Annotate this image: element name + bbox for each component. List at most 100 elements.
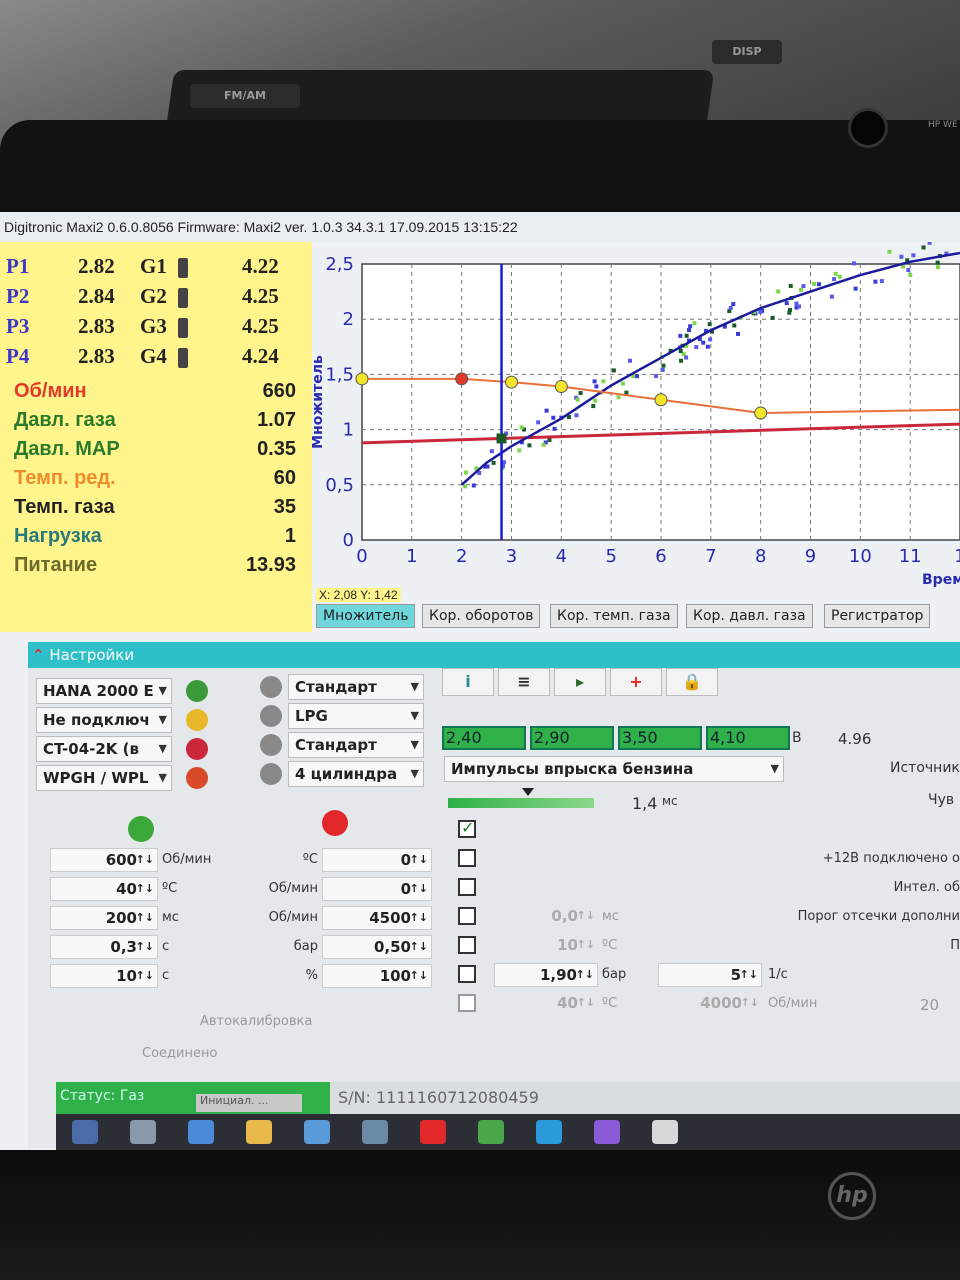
scatter-point [620,381,625,386]
scatter-point [701,340,706,345]
scatter-point [708,337,713,342]
fuel-type-dropdown[interactable]: LPG ▼ [288,703,424,729]
chrome-icon[interactable] [478,1120,504,1144]
mail-icon[interactable] [362,1120,388,1144]
add-button[interactable]: + [610,668,662,696]
list-button[interactable]: ≡ [498,668,550,696]
option-checkbox[interactable] [458,849,476,867]
scatter-point [799,287,804,292]
status-text: Статус: Газ [60,1088,145,1104]
option-checkbox[interactable] [458,878,476,896]
mid-spinner[interactable]: 0 ↑↓ [322,848,432,872]
mid-spinner[interactable]: 4500 ↑↓ [322,906,432,930]
chart-tab[interactable]: Множитель [316,604,416,628]
chart-tab[interactable]: Регистратор [824,604,931,628]
spinner-arrows-icon[interactable]: ↑↓ [136,907,154,929]
spinner-arrows-icon[interactable]: ↑↓ [410,849,428,871]
yandex-icon[interactable] [420,1120,446,1144]
spinner-arrows-icon[interactable]: ↑↓ [577,905,595,927]
scatter-point [485,464,490,469]
scatter-point [687,327,692,332]
option-spinner[interactable]: 40 ↑↓ [494,992,598,1016]
explorer-icon[interactable] [246,1120,272,1144]
left-spinner[interactable]: 10 ↑↓ [50,964,158,988]
app-icon[interactable] [188,1120,214,1144]
option-checkbox[interactable] [458,907,476,925]
slider-handle[interactable] [522,788,534,796]
param-label: Давл. MAP [14,438,120,460]
map-button[interactable]: ▸ [554,668,606,696]
spinner-arrows-icon[interactable]: ↑↓ [576,964,594,986]
chart-svg[interactable]: 01234567891011100,511,522,5МножительВрем… [312,242,960,594]
init-button[interactable]: Инициал. ... [196,1094,302,1112]
multiplier-chart[interactable]: 01234567891011100,511,522,5МножительВрем… [312,242,960,594]
info-button[interactable]: i [442,668,494,696]
param-row: Питание 13.93 [14,554,304,582]
spinner-arrows-icon[interactable]: ↑↓ [740,964,758,986]
lambda-dropdown[interactable]: Не подключ ▼ [36,707,172,733]
autocalibration-button[interactable]: Автокалибровка [200,1014,312,1029]
left-spinner[interactable]: 0,3 ↑↓ [50,935,158,959]
chart-tab[interactable]: Кор. темп. газа [550,604,678,628]
option-checkbox[interactable] [458,936,476,954]
temp-sensor-dropdown[interactable]: CT-04-2K (в ▼ [36,736,172,762]
spinner-arrows-icon[interactable]: ↑↓ [136,849,154,871]
x-axis-label: Время [922,572,960,588]
cylinders-dropdown[interactable]: 4 цилиндра ▼ [288,761,424,787]
spinner-arrows-icon[interactable]: ↑↓ [136,878,154,900]
mid-spinner[interactable]: 0 ↑↓ [322,877,432,901]
sensitivity-slider[interactable] [448,798,594,808]
spinner-arrows-icon[interactable]: ↑↓ [741,992,759,1014]
telegram-icon[interactable] [536,1120,562,1144]
lock-button[interactable]: 🔒 [666,668,718,696]
ecu-type-dropdown[interactable]: HANA 2000 E ▼ [36,678,172,704]
spinner-arrows-icon[interactable]: ↑↓ [410,965,428,987]
spinner-arrows-icon[interactable]: ↑↓ [410,936,428,958]
mid-spinner[interactable]: 100 ↑↓ [322,964,432,988]
option-spinner[interactable]: 10 ↑↓ [494,934,598,958]
dropdown-value: Импульсы впрыска бензина [451,760,694,778]
reducer-dropdown[interactable]: WPGH / WPL ▼ [36,765,172,791]
disp-button: DISP [712,40,782,64]
spinner-arrows-icon[interactable]: ↑↓ [136,965,154,987]
injector-mode-dropdown[interactable]: Стандарт ▼ [288,674,424,700]
maxi2-icon[interactable] [652,1120,678,1144]
scatter-point [593,398,598,403]
gas-icon [128,816,154,842]
spinner-arrows-icon[interactable]: ↑↓ [136,936,154,958]
option-checkbox[interactable] [458,965,476,983]
settings-header[interactable]: ⌃ Настройки [28,642,960,668]
voltage-cell[interactable]: 2,90 [530,726,614,750]
curve-node [355,372,369,386]
search-icon[interactable] [130,1120,156,1144]
option-spinner-2[interactable]: 5 ↑↓ [658,963,762,987]
option-spinner[interactable]: 1,90 ↑↓ [494,963,598,987]
spinner-arrows-icon[interactable]: ↑↓ [577,992,595,1014]
x-tick-label: 7 [705,546,716,567]
spinner-arrows-icon[interactable]: ↑↓ [577,934,595,956]
voltage-cell[interactable]: 4,10 [706,726,790,750]
map-mode-dropdown[interactable]: Стандарт ▼ [288,732,424,758]
spinner-arrows-icon[interactable]: ↑↓ [410,878,428,900]
voltage-cell[interactable]: 2,40 [442,726,526,750]
viber-icon[interactable] [594,1120,620,1144]
chart-tab[interactable]: Кор. оборотов [422,604,541,628]
option-spinner-3[interactable]: 20 [920,996,939,1014]
left-spinner[interactable]: 40 ↑↓ [50,877,158,901]
option-checkbox[interactable]: ✓ [458,818,476,838]
left-spinner[interactable]: 600 ↑↓ [50,848,158,872]
option-spinner-2[interactable]: 4000 ↑↓ [658,992,762,1016]
windows-start-icon[interactable] [72,1120,98,1144]
option-checkbox[interactable] [458,994,476,1012]
chart-tab[interactable]: Кор. давл. газа [686,604,813,628]
signal-source-dropdown[interactable]: Импульсы впрыска бензина ▼ [444,756,784,782]
collapse-icon[interactable]: ⌃ [32,646,45,664]
option-spinner[interactable]: 0,0 ↑↓ [494,905,598,929]
spinner-arrows-icon[interactable]: ↑↓ [410,907,428,929]
left-spinner[interactable]: 200 ↑↓ [50,906,158,930]
dropdown-value: Стандарт [295,736,377,754]
voltage-cell[interactable]: 3,50 [618,726,702,750]
scatter-point [463,484,468,489]
store-icon[interactable] [304,1120,330,1144]
mid-spinner[interactable]: 0,50 ↑↓ [322,935,432,959]
